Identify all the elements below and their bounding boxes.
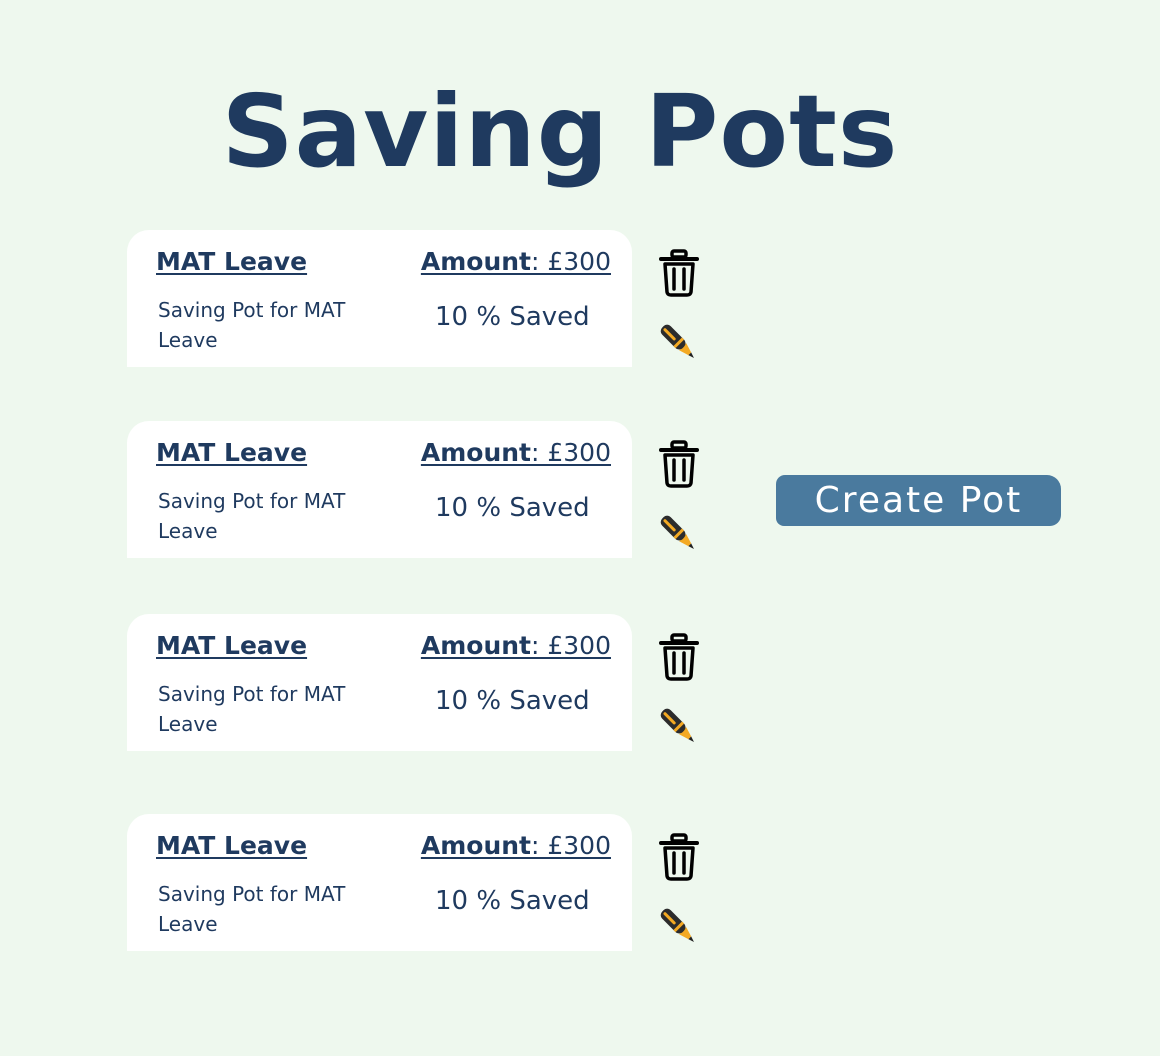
pot-row: MAT Leave Amount: £300 Saving Pot for MA… (127, 814, 717, 951)
pot-amount: Amount: £300 (421, 438, 611, 467)
pot-card: MAT Leave Amount: £300 Saving Pot for MA… (127, 421, 632, 558)
pot-progress: 10 % Saved (435, 886, 590, 916)
pot-card: MAT Leave Amount: £300 Saving Pot for MA… (127, 814, 632, 951)
pot-card: MAT Leave Amount: £300 Saving Pot for MA… (127, 614, 632, 751)
pen-icon[interactable] (653, 316, 701, 366)
pot-row: MAT Leave Amount: £300 Saving Pot for MA… (127, 230, 717, 367)
amount-label: Amount (420, 438, 531, 467)
pot-progress: 10 % Saved (435, 686, 590, 716)
pen-icon[interactable] (653, 507, 701, 557)
pot-card: MAT Leave Amount: £300 Saving Pot for MA… (127, 230, 632, 367)
amount-value: : £300 (531, 247, 611, 276)
amount-value: : £300 (531, 831, 611, 860)
amount-label: Amount (420, 831, 531, 860)
trash-icon[interactable] (655, 632, 703, 682)
pot-amount: Amount: £300 (421, 631, 611, 660)
create-pot-button[interactable]: Create Pot (776, 475, 1061, 526)
pot-description: Saving Pot for MAT Leave (158, 489, 346, 543)
pot-description: Saving Pot for MAT Leave (158, 298, 346, 352)
pen-icon[interactable] (653, 900, 701, 950)
pen-icon[interactable] (653, 700, 701, 750)
pot-row: MAT Leave Amount: £300 Saving Pot for MA… (127, 421, 717, 558)
amount-value: : £300 (531, 438, 611, 467)
pot-progress: 10 % Saved (435, 493, 590, 523)
pot-name-link[interactable]: MAT Leave (156, 631, 307, 660)
pot-amount: Amount: £300 (421, 831, 611, 860)
trash-icon[interactable] (655, 832, 703, 882)
pot-name-link[interactable]: MAT Leave (156, 438, 307, 467)
amount-label: Amount (420, 631, 531, 660)
pot-name-link[interactable]: MAT Leave (156, 831, 307, 860)
pot-row: MAT Leave Amount: £300 Saving Pot for MA… (127, 614, 717, 751)
page-title: Saving Pots (221, 73, 899, 190)
pot-amount: Amount: £300 (421, 247, 611, 276)
amount-label: Amount (420, 247, 531, 276)
amount-value: : £300 (531, 631, 611, 660)
pot-name-link[interactable]: MAT Leave (156, 247, 307, 276)
pot-description: Saving Pot for MAT Leave (158, 682, 346, 736)
pot-progress: 10 % Saved (435, 302, 590, 332)
trash-icon[interactable] (655, 248, 703, 298)
trash-icon[interactable] (655, 439, 703, 489)
pot-description: Saving Pot for MAT Leave (158, 882, 346, 936)
